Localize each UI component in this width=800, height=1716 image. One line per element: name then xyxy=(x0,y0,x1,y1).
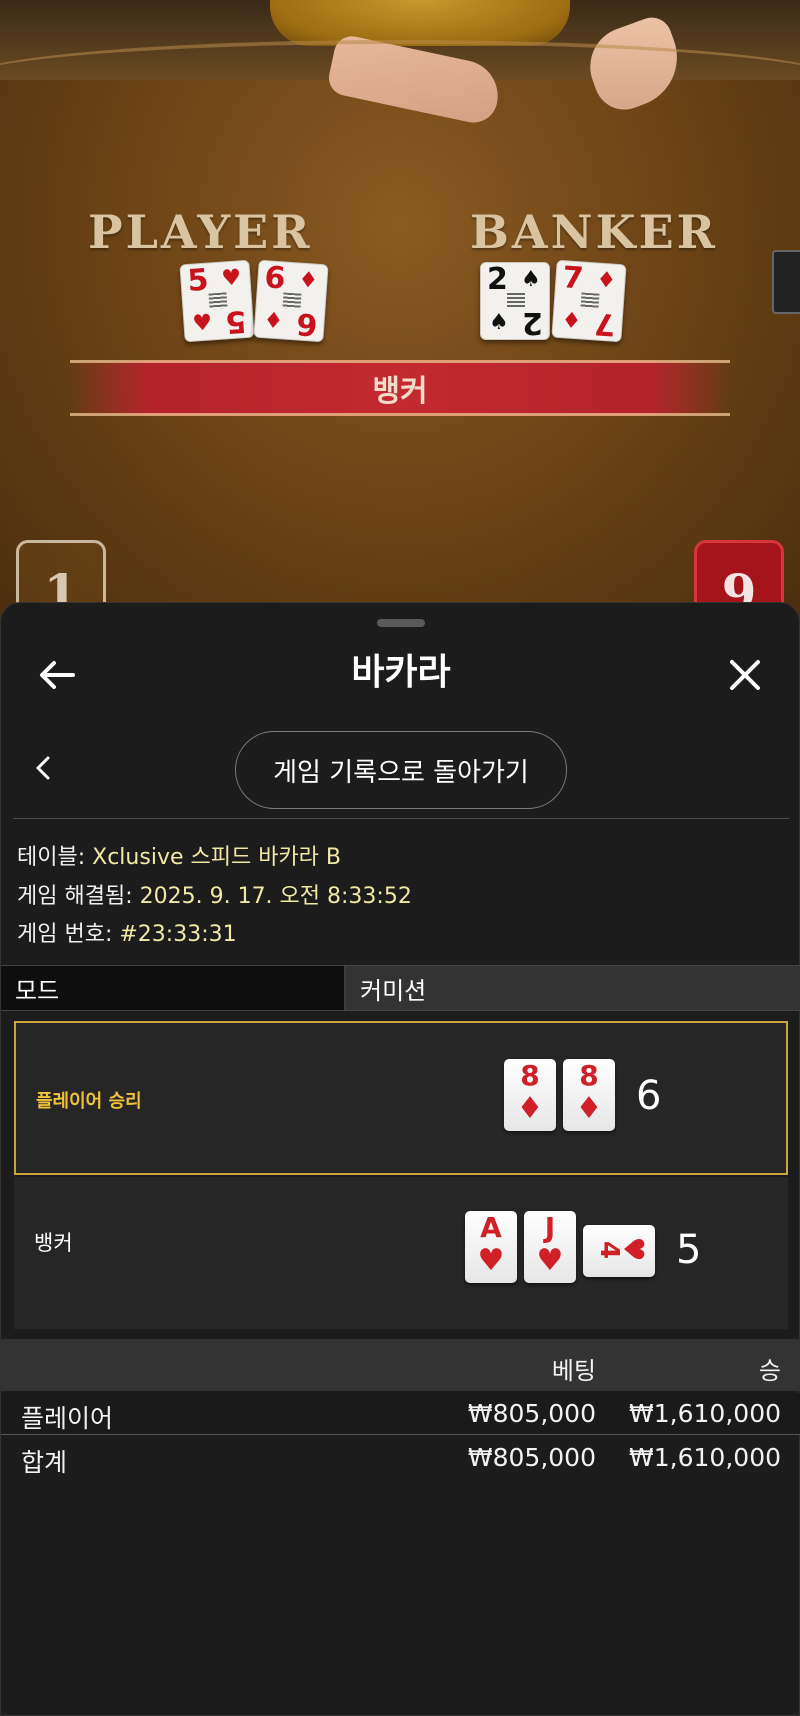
table-info: 테이블: Xclusive 스피드 바카라 B xyxy=(17,845,342,870)
banker-hand: A ♥ J ♥ 4 ♥ xyxy=(465,1211,655,1283)
close-icon xyxy=(730,660,760,690)
resolved-time: 2025. 9. 17. 오전 8:33:52 xyxy=(139,884,412,909)
table-card: 7 ♦ ♦ 7 xyxy=(551,259,627,343)
bet-amount: ₩805,000 xyxy=(467,1443,596,1472)
bet-amount: ₩805,000 xyxy=(467,1399,596,1428)
card-shoe xyxy=(772,250,800,314)
tab-mode[interactable]: 모드 xyxy=(1,966,346,1010)
table-row: 플레이어 ₩805,000 ₩1,610,000 xyxy=(1,1393,800,1435)
playing-card: 8 ♦ xyxy=(563,1059,615,1131)
playing-card: J ♥ xyxy=(524,1211,576,1283)
table-row-total: 합계 ₩805,000 ₩1,610,000 xyxy=(1,1437,800,1479)
table-card: 5 ♥ ♥ 5 xyxy=(179,259,255,343)
divider xyxy=(13,818,789,819)
mode-tabs: 모드 커미션 xyxy=(1,965,800,1011)
chevron-left-icon xyxy=(36,756,50,780)
banker-hand-total: 5 xyxy=(676,1227,702,1273)
bet-name: 플레이어 xyxy=(21,1404,114,1433)
bets-table-header: 베팅 승 xyxy=(1,1339,800,1391)
player-result-row: 플레이어 승리 8 ♦ 8 ♦ 6 xyxy=(14,1021,788,1175)
back-to-history-button[interactable]: 게임 기록으로 돌아가기 xyxy=(235,731,567,809)
banker-label: 뱅커 xyxy=(34,1231,73,1255)
sheet-title: 바카라 xyxy=(351,652,451,693)
game-history-sheet: 바카라 게임 기록으로 돌아가기 테이블: Xclusive 스피드 바카라 B… xyxy=(0,602,800,1716)
table-card: 2 ♠ ♠ 2 xyxy=(480,262,550,340)
column-win: 승 xyxy=(758,1357,781,1385)
previous-button[interactable] xyxy=(23,743,63,793)
live-table-video: PLAYER BANKER 5 ♥ ♥ 5 6 ♦ ♦ 6 2 ♠ ♠ 2 7 ♦ ♦ 7 뱅커… xyxy=(0,0,800,640)
player-side-label: PLAYER xyxy=(88,205,313,259)
tab-commission[interactable]: 커미션 xyxy=(346,966,800,1010)
player-win-label: 플레이어 승리 xyxy=(36,1091,142,1112)
playing-card: A ♥ xyxy=(465,1211,517,1283)
result-banner: 뱅커 xyxy=(70,360,730,416)
game-number-info: 게임 번호: #23:33:31 xyxy=(17,922,237,947)
win-amount: ₩1,610,000 xyxy=(629,1399,781,1428)
banker-table-cards: 2 ♠ ♠ 2 7 ♦ ♦ 7 xyxy=(480,259,627,343)
player-hand: 8 ♦ 8 ♦ xyxy=(504,1059,615,1131)
playing-card-sideways: 4 ♥ xyxy=(583,1225,655,1277)
win-amount: ₩1,610,000 xyxy=(629,1443,781,1472)
playing-card: 8 ♦ xyxy=(504,1059,556,1131)
table-card: 6 ♦ ♦ 6 xyxy=(253,259,329,343)
column-bet: 베팅 xyxy=(551,1357,596,1385)
banker-side-label: BANKER xyxy=(470,205,718,259)
table-name: Xclusive 스피드 바카라 B xyxy=(92,845,342,870)
player-hand-total: 6 xyxy=(636,1073,662,1119)
sheet-drag-handle[interactable] xyxy=(377,619,425,627)
close-button[interactable] xyxy=(715,645,775,705)
banker-result-row: 뱅커 A ♥ J ♥ 4 ♥ 5 xyxy=(14,1177,788,1329)
bet-name: 합계 xyxy=(21,1448,68,1477)
resolved-info: 게임 해결됨: 2025. 9. 17. 오전 8:33:52 xyxy=(17,884,412,909)
table-rim xyxy=(0,40,800,120)
game-number: #23:33:31 xyxy=(119,922,237,947)
player-table-cards: 5 ♥ ♥ 5 6 ♦ ♦ 6 xyxy=(179,259,329,343)
